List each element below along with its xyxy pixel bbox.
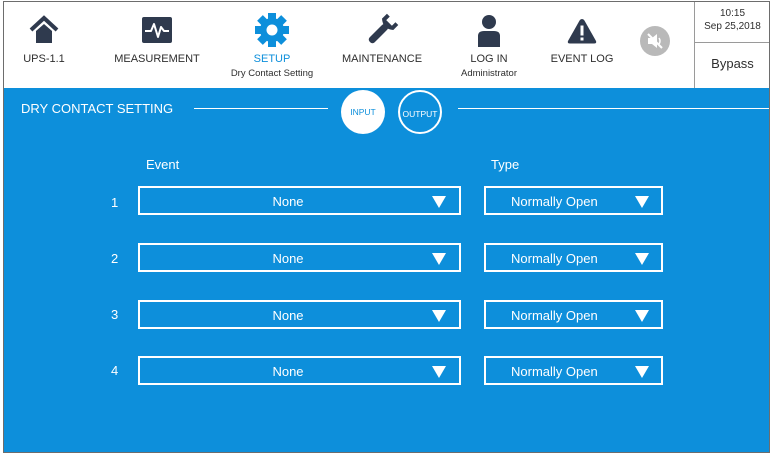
event-column-header: Event <box>146 157 180 172</box>
type-select-3[interactable]: Normally Open <box>484 300 663 329</box>
type-select-4[interactable]: Normally Open <box>484 356 663 385</box>
event-select-value: None <box>272 364 304 379</box>
nav-setup-label: SETUP <box>253 53 291 65</box>
nav-ups[interactable]: UPS-1.1 <box>14 2 74 88</box>
panel-title: DRY CONTACT SETTING <box>21 101 174 116</box>
type-select-value: Normally Open <box>511 308 598 323</box>
nav-measurement[interactable]: MEASUREMENT <box>107 2 207 88</box>
event-select-value: None <box>272 308 304 323</box>
event-select-value: None <box>272 194 304 209</box>
event-select-value: None <box>272 251 304 266</box>
tab-output-label: OUTPUT <box>402 109 438 119</box>
nav-ups-label: UPS-1.1 <box>23 53 65 65</box>
row-number: 3 <box>111 307 119 322</box>
gear-icon <box>255 13 289 47</box>
window-frame: UPS-1.1 MEASUREMENT SETUP Dry Contact Se… <box>3 1 770 453</box>
user-icon <box>478 15 500 47</box>
dropdown-arrow-icon <box>635 196 649 208</box>
dropdown-arrow-icon <box>432 366 446 378</box>
dropdown-arrow-icon <box>635 366 649 378</box>
home-icon <box>29 15 59 43</box>
dropdown-arrow-icon <box>635 253 649 265</box>
dropdown-arrow-icon <box>432 196 446 208</box>
speaker-mute-icon <box>640 26 670 56</box>
event-select-1[interactable]: None <box>138 186 461 215</box>
clock-divider <box>695 42 769 43</box>
event-select-4[interactable]: None <box>138 356 461 385</box>
dropdown-arrow-icon <box>432 310 446 322</box>
type-select-value: Normally Open <box>511 194 598 209</box>
nav-login-label: LOG IN <box>470 53 508 65</box>
type-column-header: Type <box>491 157 520 172</box>
title-divider-left <box>194 108 328 109</box>
row-number: 1 <box>111 195 119 210</box>
nav-login[interactable]: LOG IN Administrator <box>439 2 539 88</box>
event-select-3[interactable]: None <box>138 300 461 329</box>
event-select-2[interactable]: None <box>138 243 461 272</box>
nav-measurement-label: MEASUREMENT <box>114 53 200 65</box>
nav-login-sublabel: Administrator <box>461 68 517 79</box>
ups-mode-status: Bypass <box>711 56 754 71</box>
nav-setup[interactable]: SETUP Dry Contact Setting <box>222 2 322 88</box>
tab-input[interactable]: INPUT <box>341 90 385 134</box>
clock-time: 10:15 <box>719 8 746 19</box>
clock-date: Sep 25,2018 <box>704 21 761 32</box>
type-select-value: Normally Open <box>511 364 598 379</box>
nav-maintenance-label: MAINTENANCE <box>341 53 423 65</box>
nav-event-log-label: EVENT LOG <box>550 53 614 65</box>
nav-event-log[interactable]: EVENT LOG <box>532 2 632 88</box>
top-navigation-bar: UPS-1.1 MEASUREMENT SETUP Dry Contact Se… <box>4 2 769 88</box>
wrench-icon <box>368 13 399 44</box>
dry-contact-panel: DRY CONTACT SETTING INPUT OUTPUT Event T… <box>4 88 769 452</box>
title-divider-right <box>458 108 769 109</box>
warning-icon <box>567 19 597 44</box>
dropdown-arrow-icon <box>432 253 446 265</box>
type-select-2[interactable]: Normally Open <box>484 243 663 272</box>
type-select-1[interactable]: Normally Open <box>484 186 663 215</box>
tab-output[interactable]: OUTPUT <box>398 90 442 134</box>
clock-status-box: 10:15 Sep 25,2018 Bypass <box>694 2 769 88</box>
tab-input-label: INPUT <box>350 107 376 117</box>
nav-maintenance[interactable]: MAINTENANCE <box>332 2 432 88</box>
type-select-value: Normally Open <box>511 251 598 266</box>
dropdown-arrow-icon <box>635 310 649 322</box>
waveform-icon <box>142 17 172 43</box>
row-number: 4 <box>111 363 119 378</box>
row-number: 2 <box>111 251 119 266</box>
mute-button[interactable] <box>639 25 671 57</box>
nav-setup-sublabel: Dry Contact Setting <box>230 68 314 79</box>
